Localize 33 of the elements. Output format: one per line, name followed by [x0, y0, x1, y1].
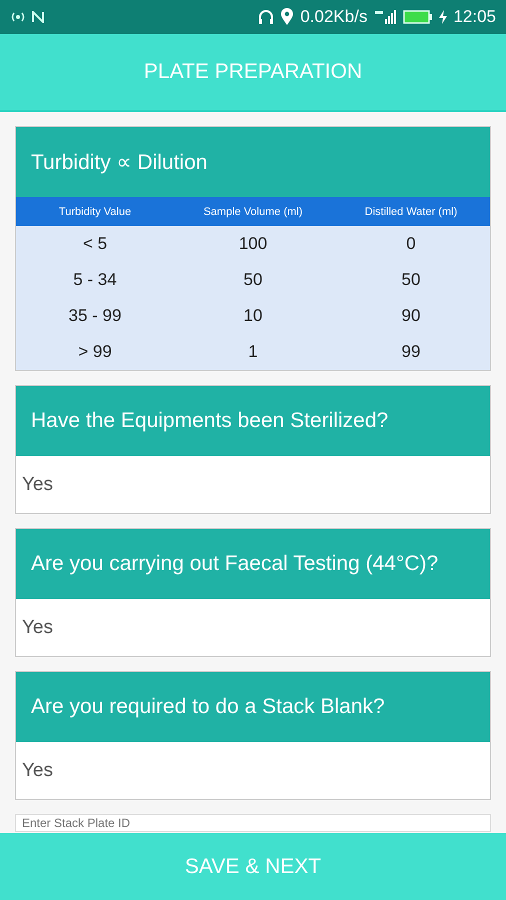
screen-title: PLATE PREPARATION [144, 60, 362, 84]
battery-icon [403, 10, 434, 24]
table-cell-text: > 99 [77, 342, 113, 362]
table-cell-text: 90 [400, 306, 422, 326]
question-text: Are you carrying out Faecal Testing (44°C)? [31, 552, 438, 576]
column-header: Turbidity Value [58, 206, 132, 218]
answer-field[interactable]: Yes [16, 456, 490, 513]
table-cell-text: 35 - 99 [68, 306, 122, 326]
table-cell-text: 5 - 34 [72, 270, 118, 290]
answer-field[interactable]: Yes [16, 742, 490, 799]
table-cell-text: 10 [242, 306, 264, 326]
question-text: Are you required to do a Stack Blank? [31, 695, 385, 719]
card-title: Turbidity ∝ Dilution [31, 150, 208, 174]
answer-field[interactable]: Yes [16, 599, 490, 656]
table-cell-text: 50 [400, 270, 422, 290]
table-cell-text: 99 [400, 342, 422, 362]
question-text: Have the Equipments been Sterilized? [31, 409, 388, 433]
column-header: Distilled Water (ml) [364, 206, 458, 218]
table-cell-text: 50 [242, 270, 264, 290]
input-field[interactable]: Enter Stack Plate ID [15, 814, 491, 832]
location-icon [280, 8, 294, 26]
table-cell-text: 0 [405, 234, 417, 254]
charging-icon [439, 10, 448, 24]
signal-icon [373, 9, 398, 25]
table-cell-text: 100 [238, 234, 268, 254]
wireless-icon [10, 11, 26, 23]
nfc-icon [32, 11, 44, 23]
column-header: Sample Volume (ml) [202, 206, 304, 218]
table-cell-text: 1 [247, 342, 259, 362]
headphones-icon [258, 9, 274, 25]
table-cell-text: < 5 [82, 234, 108, 254]
clock: 12:05 [453, 7, 496, 27]
network-speed: 0.02Kb/s [300, 7, 368, 27]
